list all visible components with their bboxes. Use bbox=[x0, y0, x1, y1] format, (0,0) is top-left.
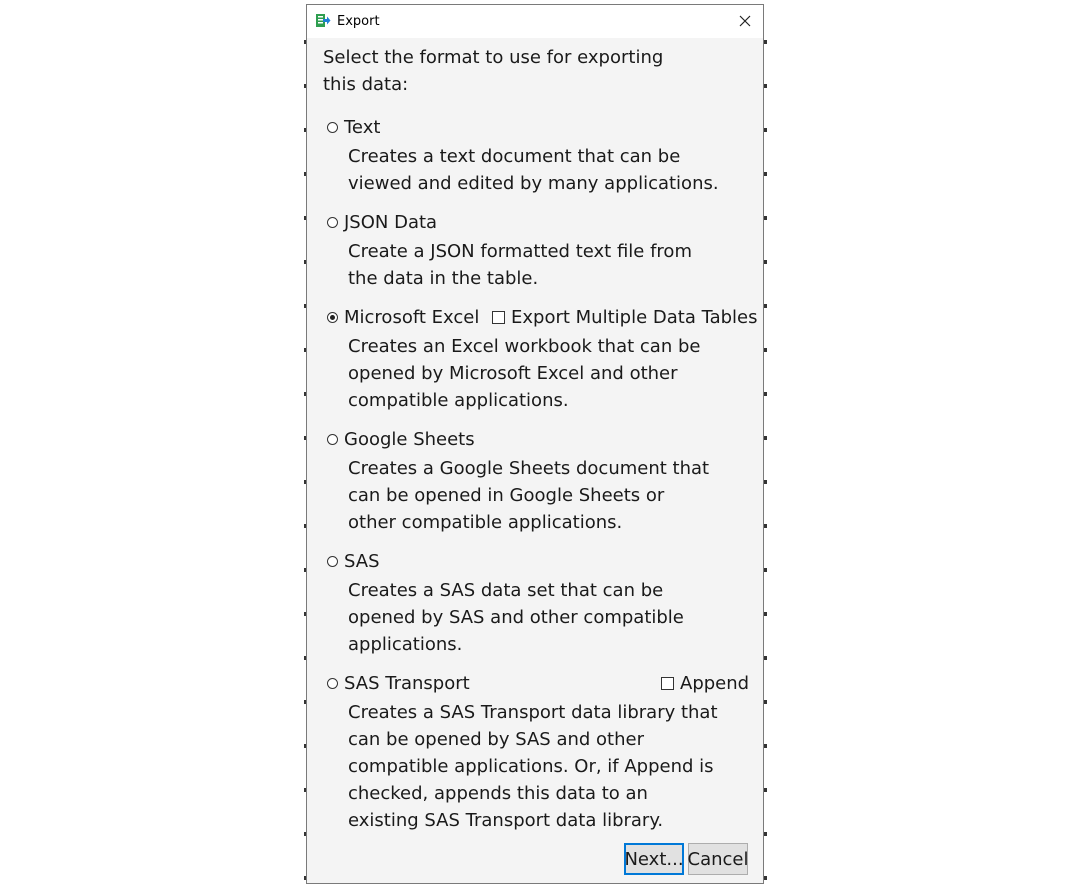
intro-line: Select the format to use for exporting bbox=[323, 47, 664, 68]
option-label: Google Sheets bbox=[344, 429, 475, 450]
close-icon bbox=[739, 15, 751, 27]
description-line: Creates a Google Sheets document that bbox=[348, 458, 710, 479]
cancel-button[interactable]: Cancel bbox=[688, 843, 749, 875]
option-description: Creates a Google Sheets document that ca… bbox=[348, 455, 778, 536]
close-button[interactable] bbox=[731, 8, 759, 34]
append-label: Append bbox=[680, 673, 750, 694]
description-line: compatible applications. bbox=[348, 390, 569, 411]
option-description: Creates a SAS Transport data library tha… bbox=[348, 699, 778, 834]
description-line: viewed and edited by many applications. bbox=[348, 173, 719, 194]
next-button[interactable]: Next... bbox=[624, 843, 684, 875]
option-description: Creates a SAS data set that can be opene… bbox=[348, 577, 778, 658]
option-label: Microsoft Excel bbox=[344, 307, 480, 328]
description-line: opened by SAS and other compatible bbox=[348, 607, 684, 628]
radio-google-sheets[interactable] bbox=[327, 434, 338, 445]
radio-sas-transport[interactable] bbox=[327, 678, 338, 689]
description-line: the data in the table. bbox=[348, 268, 539, 289]
export-arrow-icon bbox=[316, 14, 331, 27]
option-excel: Microsoft Excel Export Multiple Data Tab… bbox=[327, 304, 758, 414]
description-line: Creates an Excel workbook that can be bbox=[348, 336, 701, 357]
export-dialog: Export Select the format to use for expo… bbox=[306, 4, 764, 884]
title-bar: Export bbox=[307, 5, 763, 38]
option-description: Creates an Excel workbook that can be op… bbox=[348, 333, 778, 414]
radio-excel[interactable] bbox=[327, 312, 338, 323]
dialog-title: Export bbox=[337, 14, 380, 29]
description-line: Creates a text document that can be bbox=[348, 146, 681, 167]
description-line: can be opened by SAS and other bbox=[348, 729, 644, 750]
option-text: Text Creates a text document that can be… bbox=[327, 114, 757, 197]
description-line: compatible applications. Or, if Append i… bbox=[348, 756, 714, 777]
description-line: applications. bbox=[348, 634, 463, 655]
option-label: SAS bbox=[344, 551, 380, 572]
description-line: Creates a SAS Transport data library tha… bbox=[348, 702, 718, 723]
radio-json[interactable] bbox=[327, 217, 338, 228]
option-description: Creates a text document that can be view… bbox=[348, 143, 778, 197]
append-checkbox[interactable] bbox=[661, 677, 674, 690]
description-line: opened by Microsoft Excel and other bbox=[348, 363, 678, 384]
export-multiple-tables-checkbox[interactable] bbox=[492, 311, 505, 324]
radio-sas[interactable] bbox=[327, 556, 338, 567]
intro-line: this data: bbox=[323, 74, 409, 95]
option-description: Create a JSON formatted text file from t… bbox=[348, 238, 778, 292]
option-label: SAS Transport bbox=[344, 673, 470, 694]
option-label: Text bbox=[344, 117, 381, 138]
description-line: can be opened in Google Sheets or bbox=[348, 485, 665, 506]
option-json: JSON Data Create a JSON formatted text f… bbox=[327, 209, 757, 292]
description-line: existing SAS Transport data library. bbox=[348, 810, 664, 831]
export-multiple-tables-label: Export Multiple Data Tables bbox=[511, 307, 758, 328]
description-line: checked, appends this data to an bbox=[348, 783, 648, 804]
description-line: Create a JSON formatted text file from bbox=[348, 241, 692, 262]
option-sas-transport: SAS Transport Append Creates a SAS Trans… bbox=[327, 670, 757, 834]
radio-text[interactable] bbox=[327, 122, 338, 133]
option-google-sheets: Google Sheets Creates a Google Sheets do… bbox=[327, 426, 757, 536]
intro-text: Select the format to use for exporting t… bbox=[323, 44, 743, 98]
option-sas: SAS Creates a SAS data set that can be o… bbox=[327, 548, 757, 658]
option-label: JSON Data bbox=[344, 212, 438, 233]
description-line: other compatible applications. bbox=[348, 512, 623, 533]
description-line: Creates a SAS data set that can be bbox=[348, 580, 664, 601]
